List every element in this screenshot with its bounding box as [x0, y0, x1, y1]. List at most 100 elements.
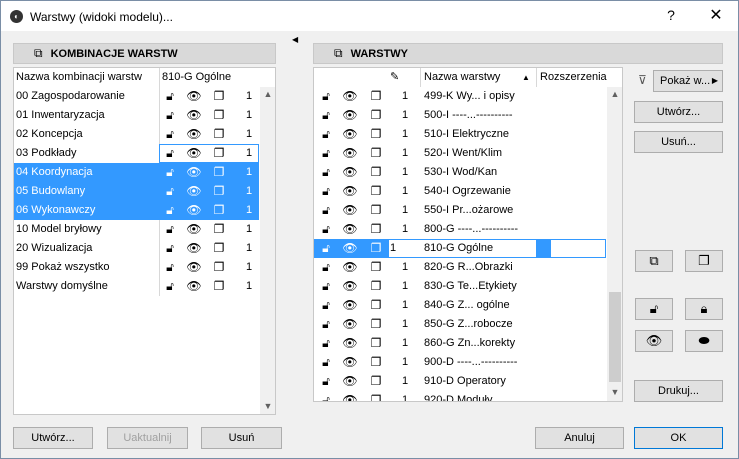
layer-icon[interactable]: ❐	[211, 258, 227, 277]
hide-all-icon[interactable]: ⬬	[685, 330, 723, 352]
combination-row[interactable]: 20 Wizualizacja 🔓︎ 👁︎ ❐ 1	[14, 239, 259, 258]
layer-icon[interactable]: ❐	[368, 391, 384, 401]
lock-icon[interactable]: 🔓︎	[318, 220, 334, 239]
combination-row[interactable]: 99 Pokaż wszystko 🔓︎ 👁︎ ❐ 1	[14, 258, 259, 277]
layer-row[interactable]: 🔓︎ 👁︎ ❐ 1 920-D Moduły	[314, 391, 606, 401]
layer-icon[interactable]: ❐	[368, 163, 384, 182]
layer-row[interactable]: 🔓︎ 👁︎ ❐ 1 530-I Wod/Kan	[314, 163, 606, 182]
eye-icon[interactable]: 👁︎	[186, 163, 202, 182]
layer-icon[interactable]: ❐	[368, 277, 384, 296]
lock-icon[interactable]: 🔓︎	[318, 106, 334, 125]
eye-icon[interactable]: 👁︎	[186, 220, 202, 239]
layer-icon[interactable]: ❐	[211, 106, 227, 125]
layer-icon[interactable]: ❐	[368, 201, 384, 220]
lock-icon[interactable]: 🔓︎	[318, 353, 334, 372]
lock-icon[interactable]: 🔓︎	[318, 258, 334, 277]
eye-icon[interactable]: 👁︎	[342, 296, 358, 315]
column-header-layer-name[interactable]: Nazwa warstwy	[424, 68, 536, 87]
collapse-arrow-icon[interactable]: ◀	[292, 35, 298, 44]
eye-icon[interactable]: 👁︎	[342, 125, 358, 144]
lock-icon[interactable]: 🔓︎	[318, 372, 334, 391]
eye-icon[interactable]: 👁︎	[342, 87, 358, 106]
eye-icon[interactable]: 👁︎	[342, 315, 358, 334]
layers-scrollbar[interactable]: ▲ ▼	[607, 87, 622, 401]
merge-layers-icon[interactable]: ⧉	[635, 250, 673, 272]
scroll-up-icon[interactable]: ▲	[260, 89, 275, 99]
column-header-combination-name[interactable]: Nazwa kombinacji warstw	[14, 68, 164, 87]
create-layer-button[interactable]: Utwórz...	[634, 101, 723, 123]
layer-row[interactable]: 🔓︎ 👁︎ ❐ 1 820-G R...Obrazki	[314, 258, 606, 277]
eye-icon[interactable]: 👁︎	[342, 182, 358, 201]
eye-icon[interactable]: 👁︎	[342, 258, 358, 277]
unlock-all-icon[interactable]: 🔓︎	[635, 298, 673, 320]
delete-combination-button[interactable]: Usuń	[201, 427, 282, 449]
eye-icon[interactable]: 👁︎	[186, 182, 202, 201]
lock-icon[interactable]: 🔓︎	[162, 239, 178, 258]
layer-icon[interactable]: ❐	[211, 125, 227, 144]
layer-row[interactable]: 🔓︎ 👁︎ ❐ 1 500-I ----...----------	[314, 106, 606, 125]
sort-up-icon[interactable]: ▲	[522, 68, 536, 87]
lock-icon[interactable]: 🔓︎	[318, 391, 334, 401]
combination-row[interactable]: 00 Zagospodarowanie 🔓︎ 👁︎ ❐ 1	[14, 87, 259, 106]
combination-row[interactable]: 01 Inwentaryzacja 🔓︎ 👁︎ ❐ 1	[14, 106, 259, 125]
layer-row[interactable]: 🔓︎ 👁︎ ❐ 1 499-K Wy... i opisy	[314, 87, 606, 106]
lock-icon[interactable]: 🔓︎	[318, 315, 334, 334]
print-button[interactable]: Drukuj...	[634, 380, 723, 402]
lock-icon[interactable]: 🔓︎	[162, 163, 178, 182]
eye-icon[interactable]: 👁︎	[342, 220, 358, 239]
eye-icon[interactable]: 👁︎	[186, 239, 202, 258]
combination-row[interactable]: 05 Budowlany 🔓︎ 👁︎ ❐ 1	[14, 182, 259, 201]
layer-icon[interactable]: ❐	[211, 201, 227, 220]
lock-icon[interactable]: 🔓︎	[162, 106, 178, 125]
ok-button[interactable]: OK	[634, 427, 723, 449]
layers-list[interactable]: ✎ Nazwa warstwy ▲ Rozszerzenia 🔓︎ 👁︎ ❐ 1 499…	[313, 67, 623, 402]
eye-icon[interactable]: 👁︎	[186, 144, 202, 163]
lock-icon[interactable]: 🔓︎	[318, 87, 334, 106]
layer-combinations-list[interactable]: Nazwa kombinacji warstw 810-G Ogólne 00 …	[13, 67, 276, 415]
layer-row[interactable]: 🔓︎ 👁︎ ❐ 1 860-G Zn...korekty	[314, 334, 606, 353]
lock-icon[interactable]: 🔓︎	[318, 125, 334, 144]
layer-icon[interactable]: ❐	[211, 277, 227, 296]
eye-icon[interactable]: 👁︎	[342, 163, 358, 182]
layer-row[interactable]: 🔓︎ 👁︎ ❐ 1 550-I Pr...ożarowe	[314, 201, 606, 220]
lock-icon[interactable]: 🔓︎	[318, 239, 334, 258]
layer-row[interactable]: 🔓︎ 👁︎ ❐ 1 510-I Elektryczne	[314, 125, 606, 144]
show-menu-button[interactable]: Pokaż w... ▶	[653, 70, 723, 92]
lock-icon[interactable]: 🔓︎	[162, 125, 178, 144]
lock-icon[interactable]: 🔓︎	[318, 334, 334, 353]
eye-icon[interactable]: 👁︎	[342, 391, 358, 401]
eye-icon[interactable]: 👁︎	[342, 106, 358, 125]
layer-icon[interactable]: ❐	[368, 87, 384, 106]
lock-icon[interactable]: 🔓︎	[318, 296, 334, 315]
layer-row[interactable]: 🔓︎ 👁︎ ❐ 1 830-G Te...Etykiety	[314, 277, 606, 296]
cancel-button[interactable]: Anuluj	[535, 427, 624, 449]
eye-icon[interactable]: 👁︎	[186, 87, 202, 106]
layer-icon[interactable]: ❐	[368, 144, 384, 163]
layer-icon[interactable]: ❐	[211, 182, 227, 201]
eye-icon[interactable]: 👁︎	[186, 106, 202, 125]
lock-icon[interactable]: 🔓︎	[318, 144, 334, 163]
pencil-column-icon[interactable]: ✎	[390, 68, 420, 87]
combination-row[interactable]: 02 Koncepcja 🔓︎ 👁︎ ❐ 1	[14, 125, 259, 144]
lock-icon[interactable]: 🔓︎	[162, 277, 178, 296]
layer-row[interactable]: 🔓︎ 👁︎ ❐ 1 850-G Z...robocze	[314, 315, 606, 334]
lock-icon[interactable]: 🔓︎	[162, 258, 178, 277]
scroll-up-icon[interactable]: ▲	[607, 89, 622, 99]
eye-icon[interactable]: 👁︎	[342, 277, 358, 296]
scroll-down-icon[interactable]: ▼	[607, 387, 622, 397]
left-scrollbar[interactable]: ▲ ▼	[260, 87, 275, 414]
layer-icon[interactable]: ❐	[368, 315, 384, 334]
lock-icon[interactable]: 🔓︎	[318, 277, 334, 296]
layer-row[interactable]: 🔓︎ 👁︎ ❐ 1 840-G Z... ogólne	[314, 296, 606, 315]
update-combination-button[interactable]: Uaktualnij	[107, 427, 188, 449]
layer-icon[interactable]: ❐	[368, 125, 384, 144]
lock-all-icon[interactable]: 🔒︎	[685, 298, 723, 320]
layer-row[interactable]: 🔓︎ 👁︎ ❐ 1 900-D ----...----------	[314, 353, 606, 372]
eye-icon[interactable]: 👁︎	[342, 353, 358, 372]
eye-icon[interactable]: 👁︎	[342, 239, 358, 258]
layer-icon[interactable]: ❐	[211, 163, 227, 182]
eye-icon[interactable]: 👁︎	[342, 334, 358, 353]
layer-icon[interactable]: ❐	[368, 258, 384, 277]
layer-row[interactable]: 🔓︎ 👁︎ ❐ 1 810-G Ogólne	[314, 239, 606, 258]
layer-icon[interactable]: ❐	[368, 372, 384, 391]
